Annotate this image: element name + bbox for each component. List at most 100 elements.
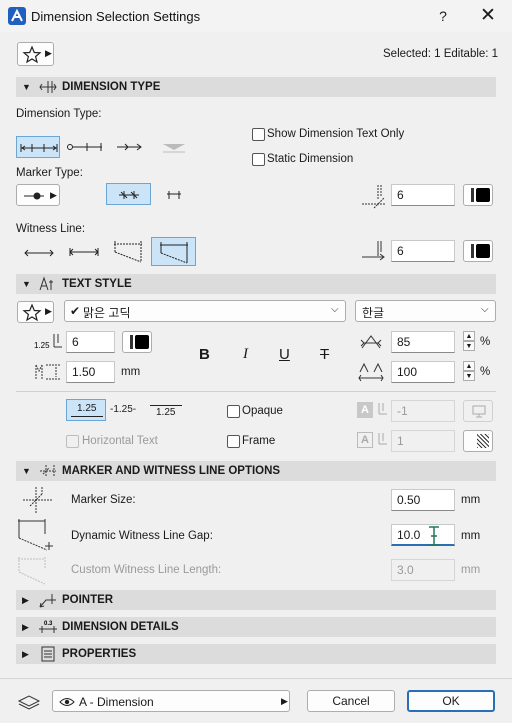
show-text-only-checkbox[interactable] bbox=[252, 128, 265, 141]
text-width-unit: % bbox=[480, 336, 491, 348]
svg-text:1.25: 1.25 bbox=[34, 341, 50, 350]
dim-type-linear-button[interactable] bbox=[16, 136, 60, 158]
marker-size-input[interactable]: 0.50 bbox=[391, 489, 455, 511]
opaque-label: Opaque bbox=[242, 405, 283, 417]
text-width-stepper[interactable]: ▲ ▼ bbox=[463, 331, 475, 353]
char-spacing-icon bbox=[358, 362, 384, 382]
custom-witness-icon bbox=[18, 557, 46, 585]
dimension-type-label: Dimension Type: bbox=[16, 108, 102, 120]
section-header-dimension-details[interactable]: ▶ 0.3 DIMENSION DETAILS bbox=[16, 617, 496, 637]
text-pen-input[interactable]: 6 bbox=[66, 331, 115, 353]
text-position-inline-button[interactable]: -1.25- bbox=[110, 404, 136, 415]
text-pen-color-button[interactable] bbox=[122, 331, 152, 353]
opaque-checkbox[interactable] bbox=[227, 405, 240, 418]
favorites-button[interactable]: ▶ bbox=[17, 42, 54, 66]
text-favorites-button[interactable]: ▶ bbox=[17, 301, 54, 323]
witness-gap-unit: mm bbox=[461, 530, 481, 542]
font-select[interactable]: ✔ 맑은 고딕 ⌵ bbox=[64, 300, 346, 322]
position-below-label: 1.25 bbox=[156, 407, 176, 418]
expand-arrow-icon: ▶ bbox=[22, 622, 29, 632]
window-title: Dimension Selection Settings bbox=[31, 9, 201, 24]
layer-icon bbox=[17, 695, 41, 710]
italic-button[interactable]: I bbox=[243, 346, 248, 363]
witness-pen-icon bbox=[362, 241, 385, 261]
background-color-button[interactable] bbox=[463, 400, 493, 422]
dim-type-elevation-icon[interactable] bbox=[162, 142, 186, 153]
underline-button[interactable]: U bbox=[279, 346, 290, 363]
layer-select[interactable]: A - Dimension ▶ bbox=[52, 690, 290, 712]
witness-gap-icon bbox=[18, 519, 53, 551]
close-button[interactable]: ✕ bbox=[476, 5, 500, 27]
marker-open-icon[interactable] bbox=[166, 189, 182, 201]
witness-pen-input[interactable]: 6 bbox=[391, 240, 455, 262]
app-icon bbox=[8, 7, 26, 25]
frame-pattern-button[interactable] bbox=[463, 430, 493, 452]
marker-cross-button[interactable] bbox=[106, 183, 151, 205]
text-cursor-icon bbox=[429, 526, 439, 546]
dot-marker-icon bbox=[24, 192, 44, 200]
pen-icon bbox=[378, 403, 387, 415]
custom-witness-input[interactable]: 3.0 bbox=[391, 559, 455, 581]
position-below-line bbox=[150, 405, 182, 406]
dim-type-chain-icon[interactable] bbox=[67, 142, 103, 152]
cross-marker-icon bbox=[119, 191, 139, 199]
layer-name: A - Dimension bbox=[79, 695, 154, 709]
help-button[interactable]: ? bbox=[432, 6, 454, 26]
section-header-marker-options[interactable]: ▼ MARKER AND WITNESS LINE OPTIONS bbox=[16, 461, 496, 481]
font-name: 맑은 고딕 bbox=[83, 306, 131, 320]
witness-gap-label: Dynamic Witness Line Gap: bbox=[71, 530, 213, 542]
dimension-details-icon: 0.3 bbox=[39, 621, 57, 633]
font-script-select[interactable]: 한글 ⌵ bbox=[355, 300, 496, 322]
monitor-icon bbox=[472, 405, 486, 418]
static-dimension-checkbox[interactable] bbox=[252, 153, 265, 166]
section-header-text-style[interactable]: ▼ TEXT STYLE bbox=[16, 274, 496, 294]
marker-pen-color-button[interactable] bbox=[463, 184, 493, 206]
expand-arrow-icon: ▶ bbox=[22, 649, 29, 659]
frame-pen-input[interactable]: 1 bbox=[391, 430, 455, 452]
text-position-below-button[interactable]: 1.25 bbox=[150, 402, 182, 420]
text-style-icon bbox=[39, 276, 53, 291]
text-width-icon bbox=[360, 335, 382, 349]
marker-type-label: Marker Type: bbox=[16, 167, 83, 179]
background-pen-input[interactable]: -1 bbox=[391, 400, 455, 422]
strikethrough-button[interactable]: T bbox=[320, 346, 329, 363]
custom-witness-label: Custom Witness Line Length: bbox=[71, 564, 222, 576]
witness-short-icon[interactable] bbox=[24, 248, 54, 258]
text-height-input[interactable]: 1.50 bbox=[66, 361, 115, 383]
marker-pen-input[interactable]: 6 bbox=[391, 184, 455, 206]
section-title: PROPERTIES bbox=[62, 648, 137, 660]
section-header-properties[interactable]: ▶ PROPERTIES bbox=[16, 644, 496, 664]
cancel-button[interactable]: Cancel bbox=[307, 690, 395, 712]
linear-dimension-icon bbox=[20, 144, 58, 152]
star-icon bbox=[22, 303, 42, 322]
witness-line-label: Witness Line: bbox=[16, 223, 86, 235]
char-spacing-unit: % bbox=[480, 366, 491, 378]
char-spacing-stepper[interactable]: ▲ ▼ bbox=[463, 361, 475, 383]
eye-icon bbox=[59, 698, 75, 706]
marker-size-icon bbox=[23, 487, 53, 513]
witness-custom-button[interactable] bbox=[151, 237, 196, 266]
marker-options-icon bbox=[40, 465, 56, 477]
collapse-arrow-icon: ▼ bbox=[22, 82, 31, 92]
ok-button[interactable]: OK bbox=[407, 690, 495, 712]
section-header-dimension-type[interactable]: ▼ DIMENSION TYPE bbox=[16, 77, 496, 97]
witness-long-icon[interactable] bbox=[113, 240, 143, 263]
frame-checkbox[interactable] bbox=[227, 435, 240, 448]
section-header-pointer[interactable]: ▶ POINTER bbox=[16, 590, 496, 610]
custom-witness-unit: mm bbox=[461, 564, 481, 576]
text-position-above-button[interactable]: 1.25 bbox=[66, 399, 106, 421]
horizontal-text-checkbox[interactable] bbox=[66, 435, 79, 448]
text-width-input[interactable]: 85 bbox=[391, 331, 455, 353]
bold-button[interactable]: B bbox=[199, 346, 210, 363]
section-title: POINTER bbox=[62, 594, 114, 606]
witness-ticks-icon[interactable] bbox=[69, 247, 99, 257]
position-above-line bbox=[71, 416, 103, 417]
dim-type-cumulative-icon[interactable] bbox=[116, 142, 142, 152]
footer-divider bbox=[0, 678, 512, 679]
position-above-label: 1.25 bbox=[77, 403, 97, 414]
marker-size-label: Marker Size: bbox=[71, 494, 136, 506]
char-spacing-input[interactable]: 100 bbox=[391, 361, 455, 383]
witness-gap-input[interactable]: 10.0 bbox=[391, 524, 455, 546]
marker-type-dropdown[interactable]: ▶ bbox=[16, 184, 60, 206]
witness-pen-color-button[interactable] bbox=[463, 240, 493, 262]
